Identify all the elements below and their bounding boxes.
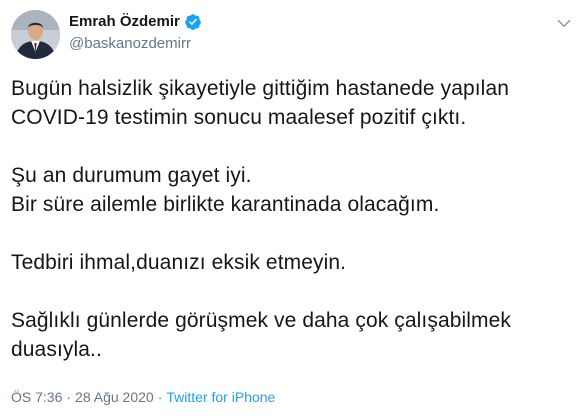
tweet-paragraph: Tedbiri ihmal,duanızı eksik etmeyin. [11, 248, 576, 277]
tweet-line: Sağlıklı günlerde görüşmek ve daha çok ç… [11, 309, 512, 332]
tweet-paragraph: Sağlıklı günlerde görüşmek ve daha çok ç… [11, 306, 576, 364]
tweet-line: Bugün halsizlik şikayetiyle gittiğim has… [11, 77, 510, 100]
avatar[interactable] [11, 10, 60, 59]
verified-badge-icon [184, 13, 202, 31]
tweet-line: duasıyla.. [11, 338, 102, 361]
meta-separator: · [157, 389, 163, 405]
tweet-line: Şu an durumum gayet iyi. [11, 164, 252, 187]
meta-separator: · [66, 389, 72, 405]
tweet-text: Bugün halsizlik şikayetiyle gittiğim has… [11, 74, 576, 364]
handle[interactable]: @baskanozdemirr [69, 34, 202, 54]
author-block: Emrah Özdemir @baskanozdemirr [69, 12, 202, 54]
tweet-meta: ÖS 7:36 · 28 Ağu 2020 · Twitter for iPhone [11, 388, 275, 406]
display-name[interactable]: Emrah Özdemir [69, 12, 180, 32]
tweet-source-link[interactable]: Twitter for iPhone [166, 389, 275, 405]
tweet-line: Bir süre ailemle birlikte karantinada ol… [11, 193, 440, 216]
tweet-line: COVID-19 testimin sonucu maalesef poziti… [11, 106, 467, 129]
tweet-line: Tedbiri ihmal,duanızı eksik etmeyin. [11, 251, 347, 274]
avatar-image [11, 10, 60, 59]
tweet-date[interactable]: 28 Ağu 2020 [75, 389, 154, 405]
tweet-paragraph: Bugün halsizlik şikayetiyle gittiğim has… [11, 74, 576, 132]
display-name-row: Emrah Özdemir [69, 12, 202, 32]
tweet-paragraph: Şu an durumum gayet iyi. Bir süre aileml… [11, 161, 576, 219]
chevron-down-icon[interactable] [555, 14, 573, 32]
tweet-card: Emrah Özdemir @baskanozdemirr Bugün hals… [0, 0, 585, 419]
tweet-time[interactable]: ÖS 7:36 [11, 389, 62, 405]
